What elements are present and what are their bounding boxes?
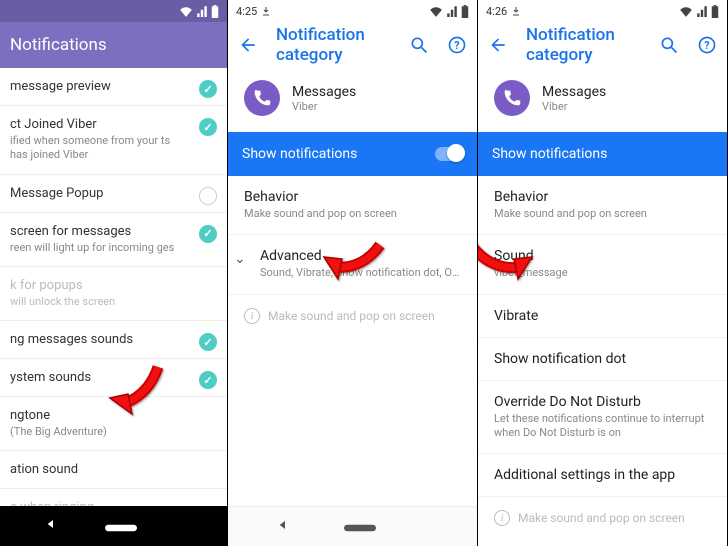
app-identity[interactable]: Messages Viber bbox=[478, 68, 727, 132]
nav-bar bbox=[228, 506, 477, 546]
info-icon: i bbox=[244, 308, 260, 324]
info-text: Make sound and pop on screen bbox=[518, 511, 685, 525]
row-message-sounds[interactable]: ng messages sounds bbox=[0, 321, 227, 359]
info-icon: i bbox=[494, 510, 510, 526]
viber-app-icon bbox=[494, 80, 530, 116]
settings-list: message preview ct Joined Viber ified wh… bbox=[0, 68, 227, 506]
row-message-popup[interactable]: Message Popup bbox=[0, 175, 227, 213]
battery-icon bbox=[211, 5, 219, 18]
row-message-preview[interactable]: message preview bbox=[0, 68, 227, 106]
row-behavior[interactable]: Behavior Make sound and pop on screen bbox=[478, 176, 727, 235]
app-publisher: Viber bbox=[292, 100, 356, 113]
wifi-icon bbox=[679, 5, 693, 17]
download-icon bbox=[261, 6, 271, 16]
row-ringtone[interactable]: ngtone (The Big Adventure) bbox=[0, 397, 227, 451]
panel-viber-notifications: Notifications message preview ct Joined … bbox=[0, 0, 228, 546]
row-override-dnd[interactable]: Override Do Not Disturb Let these notifi… bbox=[478, 381, 727, 455]
svg-text:?: ? bbox=[454, 39, 459, 52]
status-bar: 4:26 bbox=[478, 0, 727, 22]
signal-icon bbox=[696, 5, 708, 17]
viber-app-icon bbox=[244, 80, 280, 116]
app-bar: Notifications bbox=[0, 22, 227, 68]
nav-back-icon[interactable] bbox=[43, 516, 59, 536]
panel-notification-category-expanded: 4:26 Notification category ? bbox=[478, 0, 728, 546]
help-icon[interactable]: ? bbox=[697, 35, 717, 55]
checkbox-icon[interactable] bbox=[199, 371, 217, 389]
checkbox-icon[interactable] bbox=[199, 187, 217, 205]
battery-icon bbox=[461, 5, 469, 18]
app-name: Messages bbox=[292, 84, 356, 100]
status-bar: 4:25 bbox=[228, 0, 477, 22]
back-icon[interactable] bbox=[238, 35, 258, 55]
app-bar: Notification category ? bbox=[228, 22, 477, 68]
row-sound[interactable]: Sound viber_message bbox=[478, 235, 727, 294]
show-notifications-toggle[interactable] bbox=[435, 147, 463, 161]
row-vibrate[interactable]: Vibrate bbox=[478, 295, 727, 338]
show-notifications-bar: Show notifications bbox=[478, 132, 727, 176]
info-row: i Make sound and pop on screen bbox=[478, 497, 727, 539]
info-text: Make sound and pop on screen bbox=[268, 309, 435, 323]
signal-icon bbox=[446, 5, 458, 17]
row-system-sounds[interactable]: ystem sounds bbox=[0, 359, 227, 397]
status-time: 4:26 bbox=[486, 5, 507, 18]
row-show-dot[interactable]: Show notification dot bbox=[478, 338, 727, 381]
row-advanced[interactable]: ⌄ Advanced Sound, Vibrate, Show notifica… bbox=[228, 235, 477, 294]
help-icon[interactable]: ? bbox=[447, 35, 467, 55]
checkbox-icon[interactable] bbox=[199, 80, 217, 98]
search-icon[interactable] bbox=[659, 35, 679, 55]
back-icon[interactable] bbox=[488, 35, 508, 55]
row-vibrate-ringing: e when ringing bbox=[0, 489, 227, 506]
status-bar bbox=[0, 0, 227, 22]
app-identity[interactable]: Messages Viber bbox=[228, 68, 477, 132]
nav-back-icon[interactable] bbox=[275, 517, 291, 537]
panel-notification-category-collapsed: 4:25 Notification category ? bbox=[228, 0, 478, 546]
app-publisher: Viber bbox=[542, 100, 606, 113]
download-icon bbox=[511, 6, 521, 16]
nav-bar bbox=[0, 506, 227, 546]
row-notification-sound[interactable]: ation sound bbox=[0, 451, 227, 489]
wifi-icon bbox=[179, 5, 193, 17]
chevron-down-icon: ⌄ bbox=[234, 251, 246, 267]
checkbox-icon[interactable] bbox=[199, 225, 217, 243]
row-unlock-popups: k for popups will unlock the screen bbox=[0, 267, 227, 321]
row-additional-settings[interactable]: Additional settings in the app bbox=[478, 454, 727, 497]
app-bar: Notification category ? bbox=[478, 22, 727, 68]
checkbox-icon[interactable] bbox=[199, 118, 217, 136]
page-title: Notification category bbox=[526, 25, 623, 65]
page-title: Notifications bbox=[10, 35, 107, 55]
checkbox-icon[interactable] bbox=[199, 333, 217, 351]
search-icon[interactable] bbox=[409, 35, 429, 55]
signal-icon bbox=[196, 5, 208, 17]
nav-home-icon[interactable] bbox=[105, 517, 137, 536]
page-title: Notification category bbox=[276, 25, 373, 65]
wifi-icon bbox=[429, 5, 443, 17]
svg-text:?: ? bbox=[704, 39, 709, 52]
row-contact-joined[interactable]: ct Joined Viber ified when someone from … bbox=[0, 106, 227, 175]
show-notifications-bar: Show notifications bbox=[228, 132, 477, 176]
battery-icon bbox=[711, 5, 719, 18]
info-row: i Make sound and pop on screen bbox=[228, 295, 477, 337]
app-name: Messages bbox=[542, 84, 606, 100]
nav-home-icon[interactable] bbox=[344, 517, 376, 536]
row-screen-for-messages[interactable]: screen for messages reen will light up f… bbox=[0, 213, 227, 267]
row-behavior[interactable]: Behavior Make sound and pop on screen bbox=[228, 176, 477, 235]
show-notifications-label: Show notifications bbox=[242, 146, 357, 162]
show-notifications-label: Show notifications bbox=[492, 146, 607, 162]
status-time: 4:25 bbox=[236, 5, 257, 18]
